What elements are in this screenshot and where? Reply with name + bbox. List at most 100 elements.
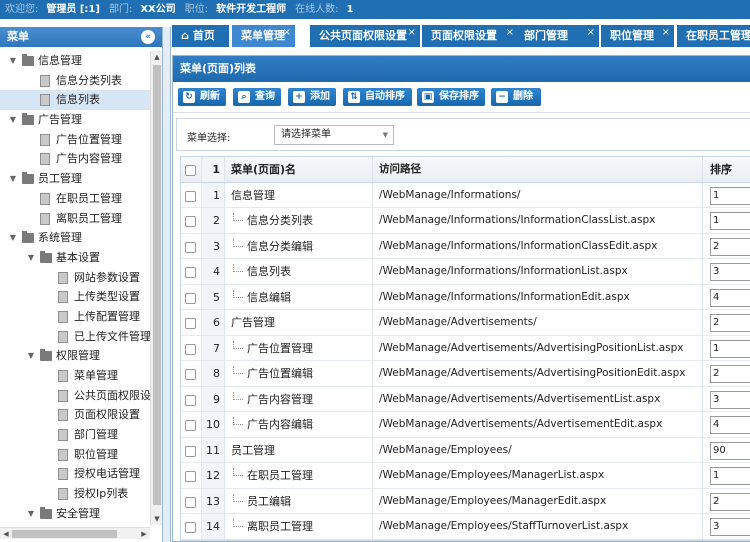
caret-down-icon[interactable]: ▼: [8, 51, 18, 71]
toolbar-button[interactable]: ⌕ 查询: [233, 88, 281, 106]
double-chevron-left-icon[interactable]: «: [141, 30, 155, 44]
close-icon[interactable]: ×: [587, 25, 595, 44]
table-row[interactable]: 1 信息管理/WebManage/Informations/1: [181, 182, 750, 208]
table-row[interactable]: 12 在职员工管理/WebManage/Employees/ManagerList…: [181, 463, 750, 489]
layout-splitter[interactable]: [163, 27, 171, 542]
table-row[interactable]: 4 信息列表/WebManage/Informations/Information…: [181, 259, 750, 285]
sort-input[interactable]: 2: [710, 365, 750, 383]
row-checkbox[interactable]: [185, 267, 196, 278]
scroll-left-icon[interactable]: ◀: [0, 528, 12, 540]
sort-input[interactable]: 4: [710, 416, 750, 434]
row-checkbox[interactable]: [185, 445, 196, 457]
tree-item[interactable]: 页面权限设置: [0, 405, 150, 425]
close-icon[interactable]: ×: [506, 25, 514, 44]
tab-item[interactable]: 公共页面权限设置 ×: [310, 25, 420, 47]
row-checkbox[interactable]: [185, 190, 196, 202]
tree-item[interactable]: 离职员工管理: [0, 209, 150, 229]
toolbar-button[interactable]: ⇅ 自动排序: [343, 88, 412, 106]
close-icon[interactable]: ×: [283, 25, 291, 44]
tab-item[interactable]: 职位管理 ×: [601, 25, 674, 47]
tree-item[interactable]: 信息分类列表: [0, 71, 150, 91]
table-row[interactable]: 7 广告位置管理/WebManage/Advertisements/Adverti…: [181, 335, 750, 361]
tree-item[interactable]: 在职员工管理: [0, 189, 150, 209]
caret-down-icon[interactable]: ▼: [26, 248, 36, 268]
tree-horizontal-scrollbar[interactable]: ◀ ▶: [0, 527, 150, 539]
row-checkbox[interactable]: [185, 292, 196, 304]
tree-item[interactable]: 广告内容管理: [0, 149, 150, 169]
menu-select[interactable]: 请选择菜单 ▼: [274, 125, 394, 145]
tree-item[interactable]: 广告位置管理: [0, 130, 150, 150]
tree-item[interactable]: ▼ 广告管理: [0, 110, 150, 130]
header-path[interactable]: 访问路径: [373, 157, 703, 182]
caret-down-icon[interactable]: ▼: [8, 169, 18, 189]
sort-input[interactable]: 1: [710, 467, 750, 485]
row-checkbox[interactable]: [185, 420, 196, 431]
table-row[interactable]: 5 信息编辑/WebManage/Informations/Information…: [181, 284, 750, 310]
caret-down-icon[interactable]: ▼: [8, 228, 18, 248]
tree-item[interactable]: 部门管理: [0, 425, 150, 445]
sort-input[interactable]: 3: [710, 390, 750, 409]
select-all-checkbox[interactable]: [185, 165, 196, 176]
table-row[interactable]: 14 离职员工管理/WebManage/Employees/StaffTurnov…: [181, 514, 750, 540]
close-icon[interactable]: ×: [408, 25, 416, 44]
row-checkbox[interactable]: [185, 394, 196, 406]
sort-input[interactable]: 1: [710, 339, 750, 358]
sort-input[interactable]: 2: [710, 314, 750, 332]
sort-input[interactable]: 90: [710, 441, 750, 460]
tree-item[interactable]: 菜单管理: [0, 366, 150, 386]
toolbar-button[interactable]: ▣ 保存排序: [417, 88, 485, 106]
scrollbar-thumb[interactable]: [12, 530, 117, 538]
tree-item[interactable]: 网站参数设置: [0, 268, 150, 288]
scroll-up-icon[interactable]: ▲: [151, 51, 163, 63]
tree-item[interactable]: 公共页面权限设置: [0, 386, 150, 406]
header-name[interactable]: 菜单(页面)名: [225, 157, 373, 182]
row-checkbox[interactable]: [185, 318, 196, 329]
scroll-right-icon[interactable]: ▶: [138, 528, 150, 540]
tree-item[interactable]: ▼ 系统管理: [0, 228, 150, 248]
row-checkbox[interactable]: [185, 241, 196, 253]
tab-item[interactable]: ⌂ 首页: [172, 25, 229, 47]
tree-item[interactable]: 已上传文件管理: [0, 327, 150, 347]
table-row[interactable]: 9 广告内容管理/WebManage/Advertisements/Adverti…: [181, 386, 750, 412]
tab-item[interactable]: 页面权限设置 ×: [422, 25, 518, 47]
tree-item[interactable]: ▼ 权限管理: [0, 346, 150, 366]
scroll-down-icon[interactable]: ▼: [151, 513, 163, 525]
row-checkbox[interactable]: [185, 471, 196, 482]
caret-down-icon[interactable]: ▼: [26, 504, 36, 524]
close-icon[interactable]: ×: [745, 25, 750, 44]
table-row[interactable]: 13 员工编辑/WebManage/Employees/ManagerEdit.a…: [181, 488, 750, 514]
table-row[interactable]: 2 信息分类列表/WebManage/Informations/Informati…: [181, 208, 750, 234]
tree-item[interactable]: 授权电话管理: [0, 464, 150, 484]
toolbar-button[interactable]: ↻ 刷新: [178, 88, 226, 106]
tree-item[interactable]: ▼ 安全管理: [0, 504, 150, 524]
toolbar-button[interactable]: + 添加: [288, 88, 336, 106]
tab-item[interactable]: 菜单管理 ×: [232, 25, 295, 47]
tree-item[interactable]: 职位管理: [0, 445, 150, 465]
row-checkbox[interactable]: [185, 369, 196, 380]
tree-item[interactable]: ▼ 员工管理: [0, 169, 150, 189]
row-checkbox[interactable]: [185, 343, 196, 355]
sort-input[interactable]: 4: [710, 288, 750, 307]
sort-input[interactable]: 2: [710, 237, 750, 256]
table-row[interactable]: 3 信息分类编辑/WebManage/Informations/Informati…: [181, 233, 750, 259]
close-icon[interactable]: ×: [662, 25, 670, 44]
scrollbar-thumb[interactable]: [153, 65, 161, 505]
sort-input[interactable]: 1: [710, 212, 750, 230]
toolbar-button[interactable]: − 删除: [491, 88, 541, 106]
tree-item[interactable]: 信息列表: [0, 90, 150, 111]
tab-item[interactable]: 部门管理 ×: [515, 25, 599, 47]
sort-input[interactable]: 3: [710, 263, 750, 281]
sort-input[interactable]: 3: [710, 518, 750, 536]
sort-input[interactable]: 2: [710, 492, 750, 511]
caret-down-icon[interactable]: ▼: [8, 110, 18, 130]
header-sort[interactable]: 排序: [703, 157, 750, 182]
table-row[interactable]: 6 广告管理/WebManage/Advertisements/2: [181, 310, 750, 336]
caret-down-icon[interactable]: ▼: [26, 346, 36, 366]
tree-item[interactable]: ▼ 信息管理: [0, 51, 150, 71]
row-checkbox[interactable]: [185, 216, 196, 227]
tree-item[interactable]: ▼ 基本设置: [0, 248, 150, 268]
tree-item[interactable]: 上传类型设置: [0, 287, 150, 307]
tab-item[interactable]: 在职员工管理 ×: [677, 25, 750, 47]
table-row[interactable]: 10 广告内容编辑/WebManage/Advertisements/Advert…: [181, 412, 750, 438]
row-checkbox[interactable]: [185, 496, 196, 508]
